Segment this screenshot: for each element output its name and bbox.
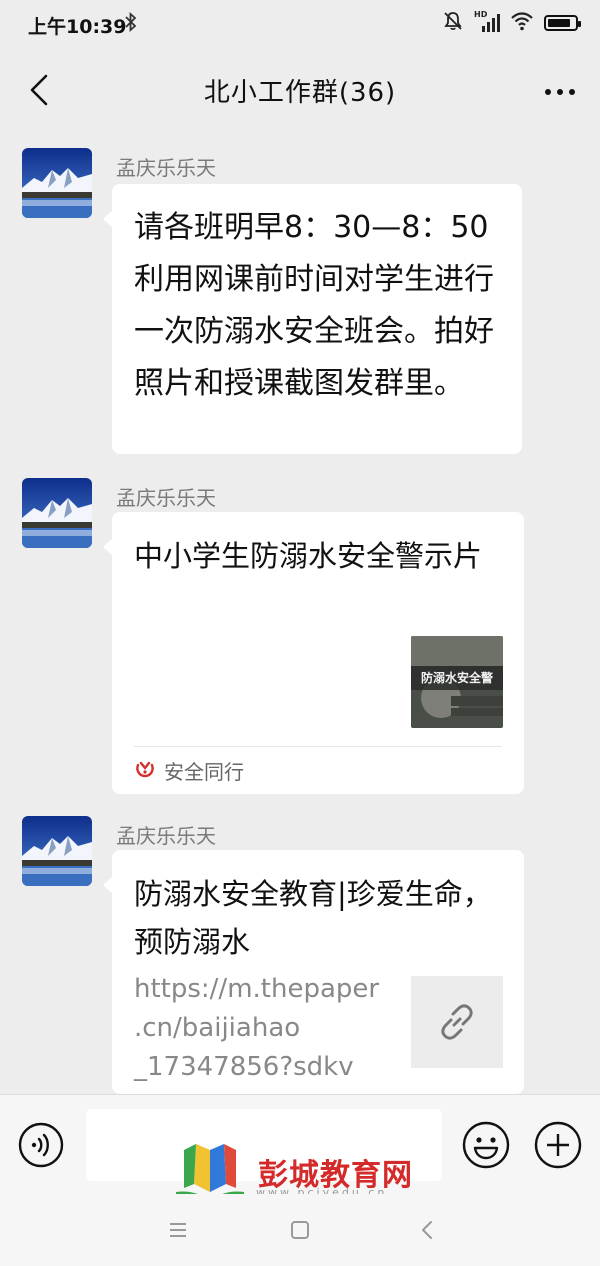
source-name: 安全同行 — [164, 760, 244, 784]
back-icon[interactable] — [414, 1216, 442, 1244]
ellipsis-icon[interactable] — [540, 72, 580, 112]
sender-name: 孟庆乐乐天 — [116, 486, 216, 510]
battery-icon — [544, 15, 581, 31]
status-time: 上午10:39 — [28, 16, 127, 38]
wifi-icon — [510, 11, 534, 35]
link-card[interactable]: 防溺水安全教育|珍爱生命，预防溺水 https://m.thepaper .cn… — [103, 850, 524, 1121]
plus-icon[interactable] — [534, 1121, 582, 1169]
video-thumbnail[interactable]: 防溺水安全警 — [411, 636, 503, 728]
menu-icon[interactable] — [164, 1216, 192, 1244]
system-navigation — [0, 1194, 600, 1266]
emoji-icon[interactable] — [462, 1121, 510, 1169]
source-logo-icon — [134, 757, 156, 784]
sender-name: 孟庆乐乐天 — [116, 824, 216, 848]
mute-icon — [442, 10, 464, 36]
message-bubble[interactable]: 请各班明早8：30—8：50利用网课前时间对学生进行一次防溺水安全班会。拍好照片… — [103, 184, 522, 454]
bubble-tail — [103, 210, 113, 228]
card-divider — [134, 746, 502, 747]
chat-header: 北小工作群(36) — [0, 48, 600, 132]
bubble-tail — [103, 876, 113, 894]
link-icon — [411, 976, 503, 1068]
url-line: .cn/baijiahao — [134, 1013, 301, 1043]
avatar[interactable] — [22, 478, 92, 548]
sender-name: 孟庆乐乐天 — [116, 156, 216, 180]
bubble-tail — [103, 538, 113, 556]
avatar[interactable] — [22, 816, 92, 886]
signal-icon: HD — [474, 10, 500, 34]
chat-title: 北小工作群(36) — [203, 78, 397, 108]
bluetooth-icon — [124, 11, 138, 37]
network-label: HD — [474, 10, 488, 19]
thumbnail-caption: 防溺水安全警 — [420, 671, 493, 685]
card-source: 安全同行 — [134, 756, 244, 785]
video-card[interactable]: 中小学生防溺水安全警示片 防溺水安全警 安全同行 — [103, 512, 524, 794]
url-line: https://m.thepaper — [134, 974, 380, 1004]
status-bar: 上午10:39 HD — [0, 0, 600, 48]
avatar[interactable] — [22, 148, 92, 218]
card-title: 中小学生防溺水安全警示片 — [134, 539, 483, 573]
message-text-content: 请各班明早8：30—8：50利用网课前时间对学生进行一次防溺水安全班会。拍好照片… — [134, 210, 494, 401]
home-icon[interactable] — [286, 1216, 314, 1244]
battery-fill — [548, 19, 571, 27]
card-title: 防溺水安全教育|珍爱生命，预防溺水 — [134, 877, 492, 959]
voice-icon[interactable] — [18, 1122, 64, 1168]
